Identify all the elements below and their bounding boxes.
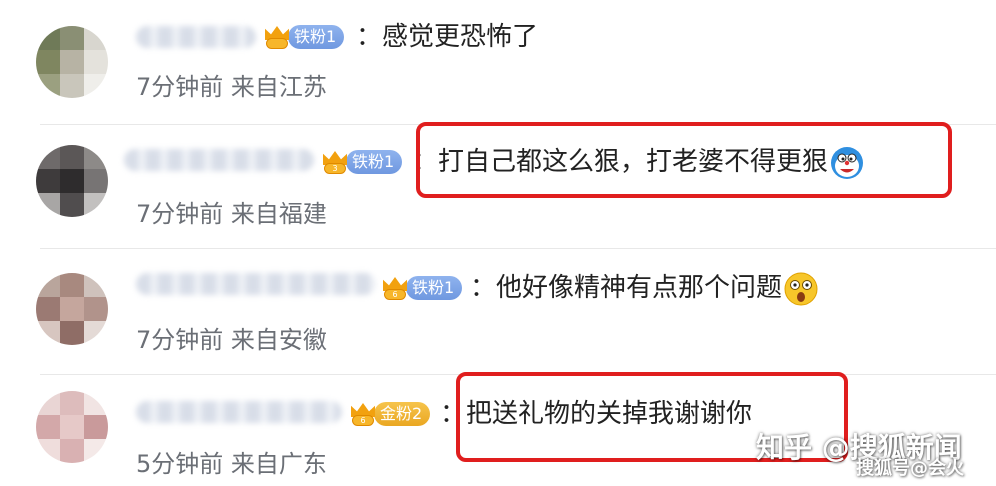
fan-badge: 3 铁粉1 <box>320 147 403 177</box>
highlight-box <box>416 122 952 198</box>
separator: ： <box>470 273 497 303</box>
crown-icon: 6 <box>348 399 378 429</box>
comment-meta: 7分钟前 来自安徽 <box>136 326 327 354</box>
fan-badge: 铁粉1 <box>262 22 345 52</box>
avatar[interactable] <box>36 26 108 98</box>
comment-body: 他好像精神有点那个问题 <box>496 273 783 303</box>
avatar[interactable] <box>36 391 108 463</box>
comment-1: 铁粉1 ：感觉更恐怖了 7分钟前 来自江苏 <box>0 0 996 124</box>
fan-badge-label: 铁粉1 <box>406 276 463 300</box>
crown-icon: 6 <box>380 273 410 303</box>
fan-badge-label: 铁粉1 <box>288 25 345 49</box>
fan-badge-label: 金粉2 <box>374 402 431 426</box>
comment-text: ：他好像精神有点那个问题 <box>470 271 818 306</box>
fan-badge: 6 金粉2 <box>348 399 431 429</box>
comment-text: ：感觉更恐怖了 <box>356 20 538 54</box>
username-blurred[interactable] <box>136 26 256 48</box>
username-blurred[interactable] <box>136 273 376 295</box>
comment-2: 3 铁粉1 ：打自己都这么狠，打老婆不得更狠 7分钟前 来自福建 <box>0 122 996 249</box>
avatar[interactable] <box>36 145 108 217</box>
fan-badge: 6 铁粉1 <box>380 273 463 303</box>
comment-body: 感觉更恐怖了 <box>382 22 539 52</box>
shocked-face-emoji <box>784 272 818 306</box>
fan-badge-label: 铁粉1 <box>346 150 403 174</box>
crown-icon <box>262 22 292 52</box>
comment-meta: 7分钟前 来自江苏 <box>136 73 327 101</box>
separator: ： <box>356 22 383 52</box>
comment-meta: 7分钟前 来自福建 <box>136 200 327 228</box>
comment-meta: 5分钟前 来自广东 <box>136 450 327 478</box>
comment-3: 6 铁粉1 ：他好像精神有点那个问题 7分钟前 来自安徽 <box>0 249 996 375</box>
avatar[interactable] <box>36 273 108 345</box>
username-blurred[interactable] <box>136 401 342 423</box>
username-blurred[interactable] <box>124 149 314 171</box>
watermark-secondary: 搜狐号@会火 <box>856 458 964 479</box>
crown-icon: 3 <box>320 147 350 177</box>
